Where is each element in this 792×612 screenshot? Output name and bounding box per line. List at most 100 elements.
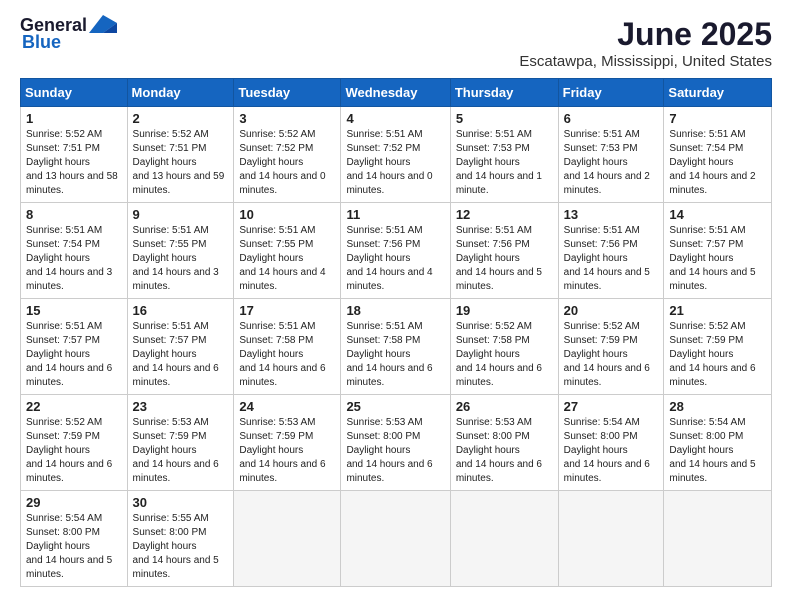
- calendar-title: June 2025: [519, 16, 772, 53]
- day-number: 4: [346, 111, 444, 126]
- logo: General Blue: [20, 16, 117, 53]
- calendar-cell: [341, 491, 450, 587]
- calendar-cell: [450, 491, 558, 587]
- calendar-cell: 3 Sunrise: 5:52 AMSunset: 7:52 PMDaylight…: [234, 107, 341, 203]
- day-number: 25: [346, 399, 444, 414]
- day-detail: Sunrise: 5:51 AMSunset: 7:57 PMDaylight …: [26, 320, 122, 390]
- calendar-cell: 10 Sunrise: 5:51 AMSunset: 7:55 PMDayligh…: [234, 203, 341, 299]
- calendar-cell: 30Sunrise: 5:55 AMSunset: 8:00 PMDayligh…: [127, 491, 234, 587]
- calendar-cell: 7 Sunrise: 5:51 AMSunset: 7:54 PMDaylight…: [664, 107, 772, 203]
- day-detail: Sunrise: 5:51 AMSunset: 7:52 PMDaylight …: [346, 128, 444, 198]
- day-detail: Sunrise: 5:52 AMSunset: 7:59 PMDaylight …: [564, 320, 659, 390]
- day-detail: Sunrise: 5:52 AMSunset: 7:51 PMDaylight …: [26, 128, 122, 198]
- calendar-subtitle: Escatawpa, Mississippi, United States: [519, 53, 772, 70]
- calendar-cell: 29 Sunrise: 5:54 AMSunset: 8:00 PMDayligh…: [21, 491, 128, 587]
- calendar-cell: 16 Sunrise: 5:51 AMSunset: 7:57 PMDayligh…: [127, 299, 234, 395]
- calendar-cell: 8Sunrise: 5:51 AMSunset: 7:54 PMDaylight…: [21, 203, 128, 299]
- weekday-header-monday: Monday: [127, 79, 234, 107]
- day-detail: Sunrise: 5:51 AMSunset: 7:57 PMDaylight …: [669, 224, 766, 294]
- day-detail: Sunrise: 5:52 AMSunset: 7:59 PMDaylight …: [26, 416, 122, 486]
- day-detail: Sunrise: 5:51 AMSunset: 7:58 PMDaylight …: [346, 320, 444, 390]
- day-number: 11: [346, 207, 444, 222]
- day-detail: Sunrise: 5:53 AMSunset: 8:00 PMDaylight …: [456, 416, 553, 486]
- day-number: 8: [26, 207, 122, 222]
- calendar-cell: 1 Sunrise: 5:52 AMSunset: 7:51 PMDaylight…: [21, 107, 128, 203]
- calendar-week-row: 22 Sunrise: 5:52 AMSunset: 7:59 PMDayligh…: [21, 395, 772, 491]
- day-detail: Sunrise: 5:53 AMSunset: 7:59 PMDaylight …: [239, 416, 335, 486]
- day-detail: Sunrise: 5:53 AMSunset: 8:00 PMDaylight …: [346, 416, 444, 486]
- day-number: 6: [564, 111, 659, 126]
- day-detail: Sunrise: 5:54 AMSunset: 8:00 PMDaylight …: [26, 512, 122, 582]
- day-detail: Sunrise: 5:53 AMSunset: 7:59 PMDaylight …: [133, 416, 229, 486]
- day-number: 20: [564, 303, 659, 318]
- calendar-cell: 22 Sunrise: 5:52 AMSunset: 7:59 PMDayligh…: [21, 395, 128, 491]
- day-number: 29: [26, 495, 122, 510]
- day-detail: Sunrise: 5:52 AMSunset: 7:51 PMDaylight …: [133, 128, 229, 198]
- weekday-header-saturday: Saturday: [664, 79, 772, 107]
- day-detail: Sunrise: 5:52 AMSunset: 7:58 PMDaylight …: [456, 320, 553, 390]
- calendar-cell: 19 Sunrise: 5:52 AMSunset: 7:58 PMDayligh…: [450, 299, 558, 395]
- logo-icon: [89, 15, 117, 33]
- weekday-header-friday: Friday: [558, 79, 664, 107]
- day-detail: Sunrise: 5:51 AMSunset: 7:56 PMDaylight …: [346, 224, 444, 294]
- day-number: 17: [239, 303, 335, 318]
- calendar-table: SundayMondayTuesdayWednesdayThursdayFrid…: [20, 78, 772, 587]
- day-number: 18: [346, 303, 444, 318]
- day-detail: Sunrise: 5:51 AMSunset: 7:55 PMDaylight …: [133, 224, 229, 294]
- calendar-cell: [664, 491, 772, 587]
- calendar-week-row: 29 Sunrise: 5:54 AMSunset: 8:00 PMDayligh…: [21, 491, 772, 587]
- calendar-cell: 24 Sunrise: 5:53 AMSunset: 7:59 PMDayligh…: [234, 395, 341, 491]
- day-number: 26: [456, 399, 553, 414]
- day-number: 16: [133, 303, 229, 318]
- calendar-cell: 18 Sunrise: 5:51 AMSunset: 7:58 PMDayligh…: [341, 299, 450, 395]
- day-number: 7: [669, 111, 766, 126]
- day-number: 28: [669, 399, 766, 414]
- calendar-cell: 28Sunrise: 5:54 AMSunset: 8:00 PMDayligh…: [664, 395, 772, 491]
- calendar-cell: 26 Sunrise: 5:53 AMSunset: 8:00 PMDayligh…: [450, 395, 558, 491]
- day-number: 12: [456, 207, 553, 222]
- day-number: 9: [133, 207, 229, 222]
- calendar-cell: 27 Sunrise: 5:54 AMSunset: 8:00 PMDayligh…: [558, 395, 664, 491]
- calendar-cell: 17 Sunrise: 5:51 AMSunset: 7:58 PMDayligh…: [234, 299, 341, 395]
- day-number: 23: [133, 399, 229, 414]
- day-number: 1: [26, 111, 122, 126]
- day-detail: Sunrise: 5:52 AMSunset: 7:52 PMDaylight …: [239, 128, 335, 198]
- day-detail: Sunrise: 5:51 AMSunset: 7:54 PMDaylight …: [669, 128, 766, 198]
- weekday-header-wednesday: Wednesday: [341, 79, 450, 107]
- day-number: 27: [564, 399, 659, 414]
- day-number: 19: [456, 303, 553, 318]
- calendar-cell: 12 Sunrise: 5:51 AMSunset: 7:56 PMDayligh…: [450, 203, 558, 299]
- calendar-cell: 9 Sunrise: 5:51 AMSunset: 7:55 PMDaylight…: [127, 203, 234, 299]
- calendar-cell: 2Sunrise: 5:52 AMSunset: 7:51 PMDaylight…: [127, 107, 234, 203]
- day-detail: Sunrise: 5:51 AMSunset: 7:58 PMDaylight …: [239, 320, 335, 390]
- title-block: June 2025 Escatawpa, Mississippi, United…: [519, 16, 772, 70]
- day-detail: Sunrise: 5:54 AMSunset: 8:00 PMDaylight …: [564, 416, 659, 486]
- day-number: 15: [26, 303, 122, 318]
- day-number: 22: [26, 399, 122, 414]
- day-detail: Sunrise: 5:51 AMSunset: 7:53 PMDaylight …: [456, 128, 553, 198]
- day-detail: Sunrise: 5:51 AMSunset: 7:57 PMDaylight …: [133, 320, 229, 390]
- day-detail: Sunrise: 5:52 AMSunset: 7:59 PMDaylight …: [669, 320, 766, 390]
- calendar-cell: 14 Sunrise: 5:51 AMSunset: 7:57 PMDayligh…: [664, 203, 772, 299]
- day-number: 10: [239, 207, 335, 222]
- calendar-cell: 5 Sunrise: 5:51 AMSunset: 7:53 PMDaylight…: [450, 107, 558, 203]
- calendar-cell: 15 Sunrise: 5:51 AMSunset: 7:57 PMDayligh…: [21, 299, 128, 395]
- day-number: 24: [239, 399, 335, 414]
- day-detail: Sunrise: 5:51 AMSunset: 7:56 PMDaylight …: [564, 224, 659, 294]
- calendar-cell: [558, 491, 664, 587]
- day-number: 3: [239, 111, 335, 126]
- weekday-header-tuesday: Tuesday: [234, 79, 341, 107]
- calendar-cell: 20 Sunrise: 5:52 AMSunset: 7:59 PMDayligh…: [558, 299, 664, 395]
- calendar-week-row: 1 Sunrise: 5:52 AMSunset: 7:51 PMDaylight…: [21, 107, 772, 203]
- weekday-header-thursday: Thursday: [450, 79, 558, 107]
- page-header: General Blue June 2025 Escatawpa, Missis…: [20, 16, 772, 70]
- day-detail: Sunrise: 5:51 AMSunset: 7:55 PMDaylight …: [239, 224, 335, 294]
- day-number: 21: [669, 303, 766, 318]
- day-number: 5: [456, 111, 553, 126]
- logo-blue: Blue: [22, 32, 61, 53]
- calendar-week-row: 15 Sunrise: 5:51 AMSunset: 7:57 PMDayligh…: [21, 299, 772, 395]
- day-detail: Sunrise: 5:51 AMSunset: 7:56 PMDaylight …: [456, 224, 553, 294]
- calendar-cell: 13Sunrise: 5:51 AMSunset: 7:56 PMDayligh…: [558, 203, 664, 299]
- calendar-week-row: 8Sunrise: 5:51 AMSunset: 7:54 PMDaylight…: [21, 203, 772, 299]
- day-number: 14: [669, 207, 766, 222]
